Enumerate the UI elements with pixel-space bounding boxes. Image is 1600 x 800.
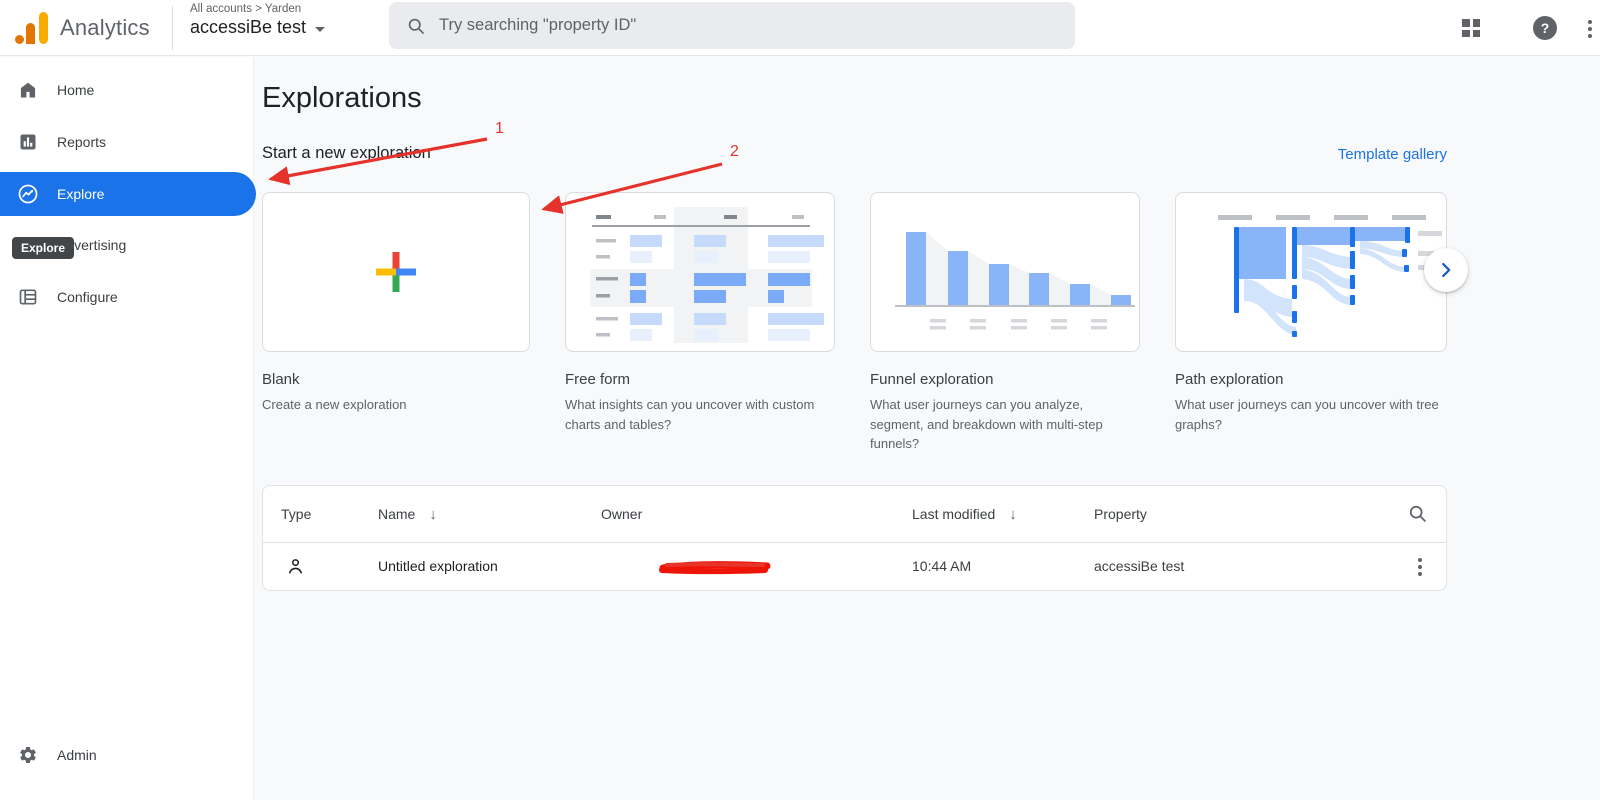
- chevron-down-icon: [315, 27, 325, 32]
- page-title: Explorations: [262, 82, 422, 115]
- card-title: Path exploration: [1175, 371, 1447, 388]
- configure-icon: [16, 287, 40, 307]
- property-value: accessiBe test: [1094, 543, 1184, 590]
- blank-thumbnail: [262, 192, 530, 352]
- gear-icon: [16, 745, 40, 765]
- annotation-label-1: 1: [495, 120, 504, 137]
- sidebar-item-label: Admin: [57, 747, 97, 763]
- account-switcher[interactable]: All accounts > Yarden accessiBe test: [190, 3, 325, 38]
- carousel-next-button[interactable]: [1424, 248, 1468, 292]
- column-header-type[interactable]: Type: [281, 486, 311, 543]
- card-description: Create a new exploration: [262, 395, 530, 415]
- help-icon[interactable]: ?: [1533, 16, 1557, 40]
- column-header-owner[interactable]: Owner: [601, 486, 642, 543]
- free-form-thumbnail: [565, 192, 835, 352]
- user-type-icon: [285, 556, 306, 582]
- sidebar-item-reports[interactable]: Reports: [0, 120, 254, 164]
- sort-descending-icon: ↓: [1009, 506, 1017, 523]
- home-icon: [16, 80, 40, 100]
- sidebar-item-explore[interactable]: Explore: [0, 172, 256, 216]
- annotation-label-2: 2: [730, 143, 739, 160]
- card-description: What user journeys can you uncover with …: [1175, 395, 1447, 434]
- search-input[interactable]: [439, 16, 1039, 35]
- breadcrumb: All accounts > Yarden: [190, 3, 325, 15]
- search-icon: [406, 16, 426, 36]
- template-gallery-link[interactable]: Template gallery: [1147, 146, 1447, 163]
- sidebar-item-label: Configure: [57, 289, 118, 305]
- sidebar-item-label: Reports: [57, 134, 106, 150]
- reports-icon: [16, 132, 40, 152]
- owner-redaction-scribble: [659, 559, 771, 580]
- last-modified-value: 10:44 AM: [912, 543, 971, 590]
- column-header-property[interactable]: Property: [1094, 486, 1147, 543]
- card-title: Blank: [262, 371, 530, 388]
- path-thumbnail: [1175, 192, 1447, 352]
- apps-grid-icon[interactable]: [1462, 19, 1480, 37]
- plus-icon: [373, 249, 419, 295]
- row-more-options-icon[interactable]: [1418, 558, 1422, 576]
- sidebar-item-label: Explore: [57, 186, 104, 202]
- exploration-name[interactable]: Untitled exploration: [378, 543, 498, 590]
- table-header: Type Name↓ Owner Last modified↓ Property: [263, 486, 1446, 543]
- sidebar-item-home[interactable]: Home: [0, 68, 254, 112]
- card-path-exploration[interactable]: Path exploration What user journeys can …: [1175, 192, 1447, 434]
- account-name: accessiBe test: [190, 17, 306, 38]
- search-bar[interactable]: [389, 2, 1075, 49]
- card-description: What insights can you uncover with custo…: [565, 395, 835, 434]
- explore-tooltip: Explore: [12, 237, 74, 259]
- topbar-divider: [172, 6, 173, 50]
- sort-descending-icon: ↓: [429, 506, 437, 523]
- funnel-thumbnail: [870, 192, 1140, 352]
- analytics-logo[interactable]: Analytics: [14, 10, 150, 46]
- explorations-table: Type Name↓ Owner Last modified↓ Property: [262, 485, 1447, 591]
- sidebar-item-configure[interactable]: Configure: [0, 275, 254, 319]
- card-description: What user journeys can you analyze, segm…: [870, 395, 1140, 454]
- card-free-form[interactable]: Free form What insights can you uncover …: [565, 192, 835, 434]
- sidebar: Home Reports Explore: [0, 57, 254, 800]
- sidebar-item-label: Home: [57, 82, 94, 98]
- column-header-last-modified[interactable]: Last modified↓: [912, 486, 1017, 543]
- analytics-logo-icon: [14, 10, 50, 46]
- analytics-app: Analytics All accounts > Yarden accessiB…: [0, 0, 1600, 800]
- chevron-right-icon: [1435, 259, 1457, 281]
- card-title: Funnel exploration: [870, 371, 1140, 388]
- column-header-name[interactable]: Name↓: [378, 486, 437, 543]
- top-app-bar: Analytics All accounts > Yarden accessiB…: [0, 0, 1600, 56]
- card-blank[interactable]: Blank Create a new exploration: [262, 192, 530, 415]
- section-subtitle: Start a new exploration: [262, 144, 431, 163]
- product-name: Analytics: [60, 15, 150, 41]
- card-title: Free form: [565, 371, 835, 388]
- explore-icon: [16, 183, 40, 205]
- table-search-icon[interactable]: [1407, 503, 1428, 529]
- table-row[interactable]: Untitled exploration 10:44 AM accessiBe …: [263, 543, 1446, 590]
- card-funnel-exploration[interactable]: Funnel exploration What user journeys ca…: [870, 192, 1140, 454]
- more-options-icon[interactable]: [1588, 20, 1592, 38]
- sidebar-item-admin[interactable]: Admin: [0, 733, 254, 777]
